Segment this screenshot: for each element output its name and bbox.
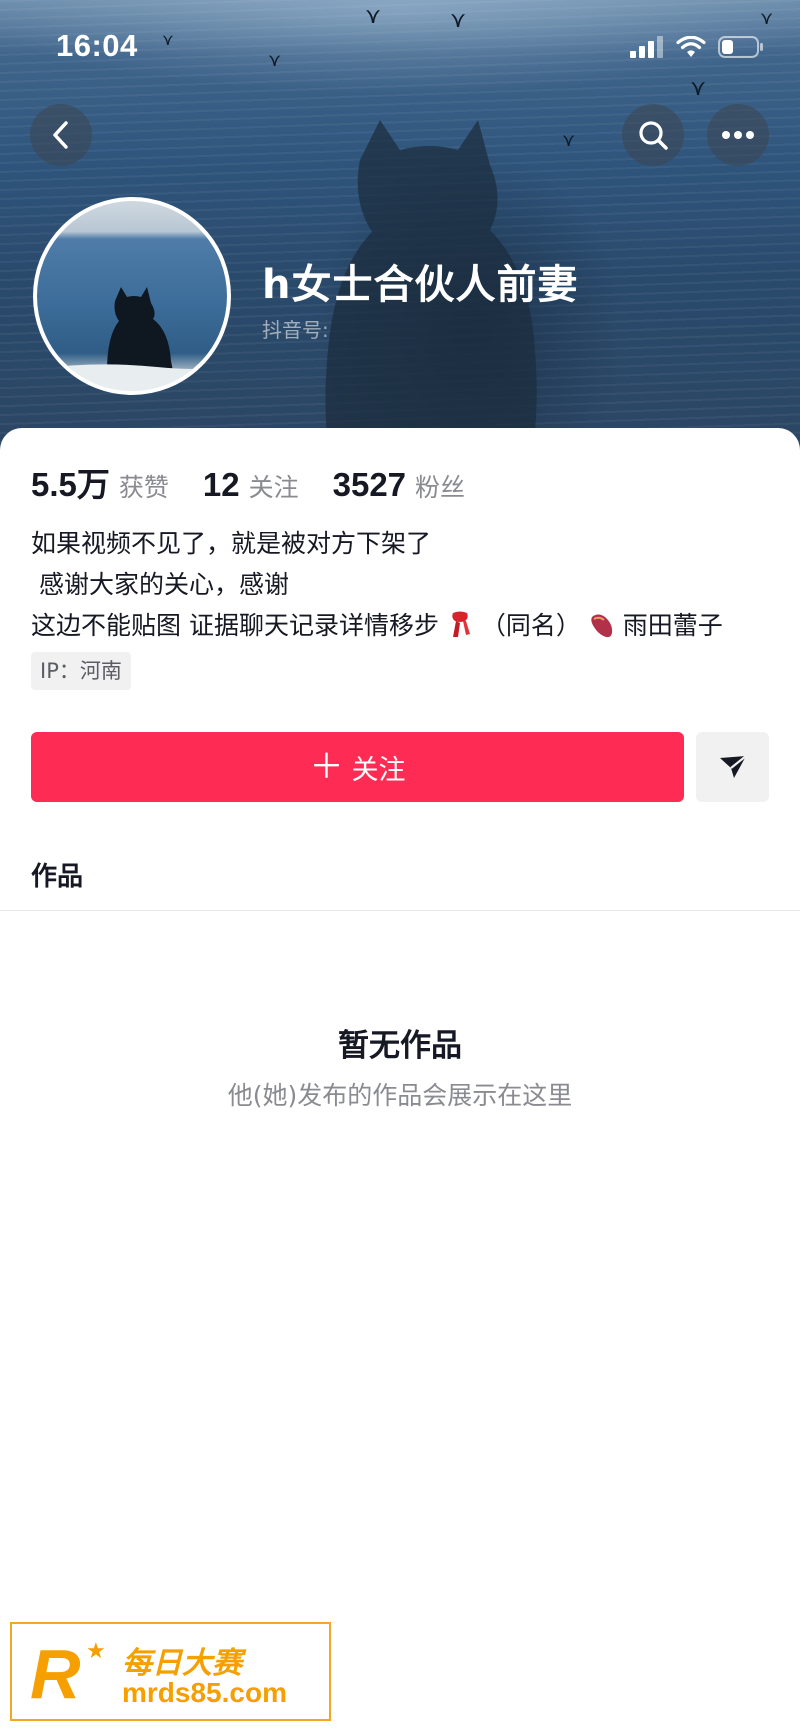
stat-followers[interactable]: 3527 粉丝	[333, 466, 465, 504]
bird-icon: ⋎	[760, 8, 774, 29]
stat-label: 获赞	[118, 473, 169, 502]
status-bar: 16:04	[0, 28, 800, 68]
bio: 如果视频不见了，就是被对方下架了 感谢大家的关心，感谢 这边不能贴图 证据聊天记…	[31, 523, 771, 646]
bio-line: 这边不能贴图 证据聊天记录详情移步 （同名） 雨田蕾子	[31, 605, 771, 646]
douyin-id: 抖音号:	[262, 318, 329, 342]
more-button[interactable]	[707, 104, 769, 166]
bio-line: 如果视频不见了，就是被对方下架了	[31, 529, 432, 558]
bio-text: 雨田蕾子	[622, 611, 723, 640]
profile-banner: ⋎ ⋎ ⋎ ⋎ ⋎ ⋎ ⋎ 16:04 h女士合伙人前妻 抖音号:	[0, 0, 800, 460]
tab-works[interactable]: 作品	[31, 856, 83, 893]
stat-value: 3527	[332, 466, 407, 503]
stat-likes: 5.5万 获赞	[31, 458, 169, 506]
stat-label: 粉丝	[415, 473, 466, 502]
watermark-badge: R ★ 每日大赛 mrds85.com	[10, 1622, 331, 1721]
stat-label: 关注	[248, 473, 299, 502]
search-button[interactable]	[622, 104, 684, 166]
ip-location-tag: IP：河南	[31, 652, 131, 690]
bio-text: （同名）	[480, 611, 581, 640]
send-icon	[719, 755, 747, 778]
status-icons	[630, 36, 764, 58]
avatar[interactable]	[33, 197, 231, 395]
bird-icon: ⋎	[365, 4, 382, 29]
watermark-text: 每日大赛	[122, 1646, 242, 1681]
follow-label: 关注	[351, 754, 406, 786]
svg-text:R: R	[30, 1636, 81, 1708]
stats-row: 5.5万 获赞 12 关注 3527 粉丝	[31, 458, 499, 506]
signal-icon	[630, 36, 663, 58]
wifi-icon	[676, 36, 706, 57]
watermark-logo-icon: R ★	[30, 1636, 106, 1708]
avatar-cat-image	[37, 287, 227, 391]
tab-divider	[0, 910, 800, 911]
username: h女士合伙人前妻	[262, 262, 579, 308]
search-icon	[639, 121, 668, 150]
chevron-left-icon	[53, 121, 68, 149]
status-time: 16:04	[56, 28, 138, 63]
bio-line: 感谢大家的关心，感谢	[31, 570, 289, 599]
bird-icon: ⋎	[690, 76, 707, 101]
battery-icon	[718, 36, 763, 58]
stat-following[interactable]: 12 关注	[203, 466, 299, 504]
plus-icon: ＋	[309, 747, 344, 787]
stat-value: 12	[202, 466, 240, 503]
message-button[interactable]	[696, 732, 769, 802]
scarf-emoji-icon	[452, 611, 470, 637]
more-dots-icon	[722, 131, 754, 139]
empty-state-title: 暂无作品	[338, 1028, 462, 1064]
svg-text:★: ★	[86, 1639, 106, 1664]
follow-button[interactable]: ＋ 关注	[31, 732, 684, 802]
stat-value: 5.5万	[31, 466, 110, 503]
empty-state-subtitle: 他(她)发布的作品会展示在这里	[227, 1081, 573, 1110]
profile-sheet: 5.5万 获赞 12 关注 3527 粉丝 如果视频不见了，就是被对方下架了 感…	[0, 428, 800, 1731]
sweet-potato-emoji-icon	[591, 614, 612, 638]
bio-text: 这边不能贴图 证据聊天记录详情移步	[31, 611, 439, 640]
back-button[interactable]	[30, 104, 92, 166]
bird-icon: ⋎	[562, 130, 576, 151]
watermark-url: mrds85.com	[122, 1677, 287, 1708]
